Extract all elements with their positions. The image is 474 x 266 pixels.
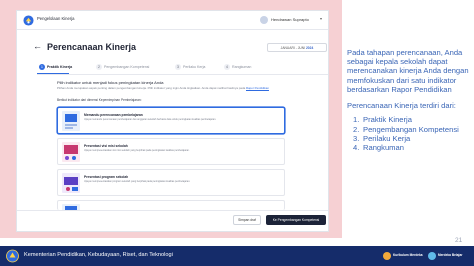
logo-text: Merdeka Belajar <box>438 253 463 258</box>
period-selector[interactable]: JANUARI - JUNI 2024 <box>267 43 327 52</box>
period-year: 2024 <box>305 46 314 50</box>
period-label: JANUARI - JUNI <box>280 46 306 50</box>
planning-illustration-icon <box>62 111 80 131</box>
card-description: Upaya memandu perencanaan pembelajaran d… <box>84 118 217 121</box>
save-draft-button[interactable]: Simpan draf <box>233 215 261 225</box>
user-name[interactable]: Hendrawan Suprapto <box>271 17 309 22</box>
card-description: Upaya mempresentasikan program sekolah y… <box>84 180 191 183</box>
presentation-illustration-icon <box>62 142 80 162</box>
merdeka-belajar-logo: Merdeka Belajar <box>428 250 462 262</box>
step-rangkuman[interactable]: 4 Rangkuman <box>224 62 251 72</box>
avatar[interactable] <box>260 16 268 24</box>
step-number: 4 <box>224 64 230 70</box>
slide-text-column: Pada tahapan perencanaan, Anda sebagai k… <box>347 48 472 153</box>
step-label: Perilaku Kerja <box>183 65 206 69</box>
footer-band: Kementerian Pendidikan, Kebudayaan, Rise… <box>0 246 474 266</box>
divider <box>17 210 328 211</box>
app-name: Pengelolaan Kinerja <box>37 16 75 21</box>
page-number: 21 <box>455 237 463 244</box>
step-label: Pengembangan Kompetensi <box>104 65 150 69</box>
slide-subheading: Perencanaan Kinerja terdiri dari: <box>347 101 456 111</box>
rapor-pendidikan-link[interactable]: Rapor Pendidikan <box>246 86 269 90</box>
list-item: 4. Rangkuman <box>353 143 404 153</box>
arrow-left-icon[interactable]: ← <box>33 42 42 51</box>
indicator-card-perencanaan[interactable]: Memandu perencanaan pembelajaran Upaya m… <box>57 107 285 134</box>
ministry-emblem-icon <box>6 249 19 263</box>
step-perilaku-kerja[interactable]: 3 Perilaku Kerja <box>175 62 205 72</box>
logo-mark-icon <box>428 252 436 260</box>
step-praktik-kinerja[interactable]: 1 Praktik Kinerja <box>39 62 72 72</box>
divider <box>37 74 328 75</box>
tut-wuri-logo-icon <box>23 15 34 26</box>
indicator-intro: Berikut indikator dari dimensi Kepemimpi… <box>57 98 142 102</box>
card-description: Upaya mempresentasikan visi misi sekolah… <box>84 149 190 152</box>
step-number: 3 <box>175 64 181 70</box>
logo-mark-icon <box>383 252 391 260</box>
school-program-illustration-icon <box>62 173 80 193</box>
card-title: Presentasi program sekolah <box>84 175 129 179</box>
indicator-card-program-sekolah[interactable]: Presentasi program sekolah Upaya mempres… <box>57 169 285 196</box>
indicator-card-visi-misi[interactable]: Presentasi visi misi sekolah Upaya mempr… <box>57 138 285 165</box>
page-title: Perencanaan Kinerja <box>47 42 137 52</box>
indicator-card-next[interactable] <box>57 200 285 211</box>
step-pengembangan-kompetensi[interactable]: 2 Pengembangan Kompetensi <box>96 62 149 72</box>
step-number: 1 <box>39 64 45 70</box>
step-label: Rangkuman <box>232 65 252 69</box>
chevron-down-icon[interactable]: ▾ <box>320 16 322 21</box>
slide-list: 1. Praktik Kinerja 2. Pengembangan Kompete… <box>347 115 472 153</box>
card-title: Memandu perencanaan pembelajaran <box>84 113 143 117</box>
kurikulum-merdeka-logo: Kurikulum Merdeka <box>383 250 423 262</box>
slide-paragraph: Pada tahapan perencanaan, Anda sebagai k… <box>347 48 469 94</box>
presentation-slide: Pengelolaan Kinerja Hendrawan Suprapto ▾… <box>0 0 474 266</box>
ministry-name: Kementerian Pendidikan, Kebudayaan, Rise… <box>24 252 173 258</box>
stepper: 1 Praktik Kinerja 2 Pengembangan Kompete… <box>39 62 328 72</box>
section-description-text: Pilihan Anda merupakan aspek penting dal… <box>57 86 246 90</box>
section-description: Pilihan Anda merupakan aspek penting dal… <box>57 86 269 90</box>
next-step-button[interactable]: Ke Pengembangan Kompetensi <box>266 215 326 225</box>
list-item: 1. Praktik Kinerja <box>353 115 412 125</box>
section-heading: Pilih indikator untuk menjadi fokus peni… <box>57 80 164 85</box>
step-label: Praktik Kinerja <box>47 65 73 69</box>
app-window: Pengelolaan Kinerja Hendrawan Suprapto ▾… <box>16 10 329 232</box>
list-item: 2. Pengembangan Kompetensi <box>353 124 459 134</box>
list-item: 3. Perilaku Kerja <box>353 134 411 144</box>
card-title: Presentasi visi misi sekolah <box>84 144 128 148</box>
logo-text: Kurikulum Merdeka <box>393 253 423 258</box>
step-number: 2 <box>96 64 102 70</box>
app-topbar: Pengelolaan Kinerja Hendrawan Suprapto ▾ <box>17 11 328 30</box>
